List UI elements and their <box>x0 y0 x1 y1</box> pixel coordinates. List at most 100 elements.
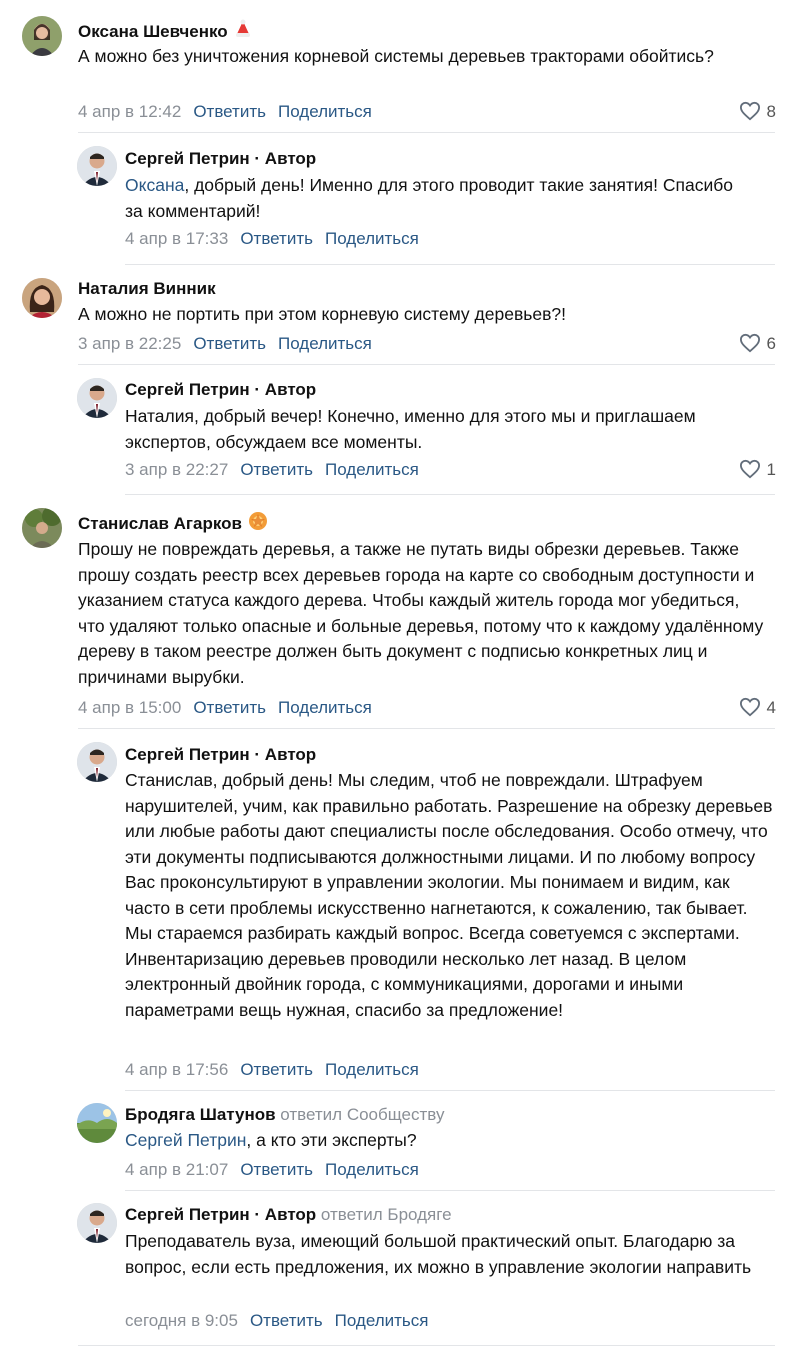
share-button[interactable]: Поделиться <box>278 102 372 121</box>
author-name[interactable]: Сергей Петрин <box>125 745 250 764</box>
author-name[interactable]: Бродяга Шатунов <box>125 1105 276 1124</box>
replied-to[interactable]: ответил Сообществу <box>276 1105 444 1124</box>
comment-text-content: Станислав, добрый день! Мы следим, чтоб … <box>125 770 773 1020</box>
comment-text-content: , а кто эти эксперты? <box>246 1130 417 1150</box>
author-name[interactable]: Станислав Агарков <box>78 514 242 533</box>
heart-icon <box>739 333 760 353</box>
avatar[interactable] <box>77 1103 117 1143</box>
comment-date[interactable]: 4 апр в 17:33 <box>125 229 228 248</box>
comment-meta: сегодня в 9:05 Ответить Поделиться <box>125 1310 429 1332</box>
avatar[interactable] <box>77 1203 117 1243</box>
avatar[interactable] <box>22 16 62 56</box>
avatar[interactable] <box>77 378 117 418</box>
avatar[interactable] <box>22 278 62 318</box>
divider <box>125 1090 775 1091</box>
comment-author[interactable]: Сергей Петрин · Автор <box>125 379 316 401</box>
divider <box>125 1190 775 1191</box>
comment-text-content: Наталия, добрый вечер! Конечно, именно д… <box>125 406 696 452</box>
like-count: 4 <box>766 698 776 717</box>
comment-author[interactable]: Оксана Шевченко <box>78 19 252 45</box>
comment-date[interactable]: 4 апр в 15:00 <box>78 698 181 717</box>
author-role: · Автор <box>249 380 317 399</box>
reply-button[interactable]: Ответить <box>193 698 266 717</box>
share-button[interactable]: Поделиться <box>325 1060 419 1079</box>
avatar[interactable] <box>22 508 62 548</box>
reply-button[interactable]: Ответить <box>240 1060 313 1079</box>
comment-text-content: Прошу не повреждать деревья, а также не … <box>78 539 764 687</box>
santa-hat-icon <box>234 19 252 45</box>
comment-text: Преподаватель вуза, имеющий большой прак… <box>125 1229 775 1280</box>
replied-to[interactable]: ответил Бродяге <box>316 1205 452 1224</box>
reply-button[interactable]: Ответить <box>240 1160 313 1179</box>
reply-button[interactable]: Ответить <box>240 460 313 479</box>
comment-date[interactable]: 3 апр в 22:25 <box>78 334 181 353</box>
like-button[interactable]: 8 <box>739 101 776 123</box>
author-name[interactable]: Сергей Петрин <box>125 1205 250 1224</box>
heart-icon <box>739 459 760 479</box>
author-role: · Автор <box>249 745 317 764</box>
comment-date[interactable]: 4 апр в 17:56 <box>125 1060 228 1079</box>
avatar[interactable] <box>77 742 117 782</box>
comment-author[interactable]: Бродяга Шатунов ответил Сообществу <box>125 1104 444 1126</box>
like-button[interactable]: 4 <box>739 697 776 719</box>
comment-meta: 4 апр в 15:00 Ответить Поделиться <box>78 697 372 719</box>
reply-button[interactable]: Ответить <box>250 1311 323 1330</box>
reply-button[interactable]: Ответить <box>240 229 313 248</box>
author-name[interactable]: Наталия Винник <box>78 279 216 298</box>
author-name[interactable]: Оксана Шевченко <box>78 22 228 41</box>
comment-text-content: , добрый день! Именно для этого проводит… <box>125 175 734 221</box>
comment-author[interactable]: Сергей Петрин · Автор <box>125 744 316 766</box>
like-count: 6 <box>766 334 776 353</box>
reply-button[interactable]: Ответить <box>193 102 266 121</box>
heart-icon <box>739 697 760 717</box>
share-button[interactable]: Поделиться <box>325 229 419 248</box>
comment-author[interactable]: Наталия Винник <box>78 278 216 300</box>
share-button[interactable]: Поделиться <box>325 460 419 479</box>
avatar[interactable] <box>77 146 117 186</box>
comment-text: Станислав, добрый день! Мы следим, чтоб … <box>125 768 773 1023</box>
like-count: 1 <box>766 460 776 479</box>
like-count: 8 <box>766 102 776 121</box>
author-role: · Автор <box>249 1205 317 1224</box>
comment-date[interactable]: 4 апр в 12:42 <box>78 102 181 121</box>
divider <box>78 1345 775 1346</box>
comment-text-content: А можно без уничтожения корневой системы… <box>78 46 714 66</box>
comment-meta: 3 апр в 22:25 Ответить Поделиться <box>78 333 372 355</box>
emoji-badge-icon <box>248 511 268 537</box>
comment-author[interactable]: Сергей Петрин · Автор <box>125 148 316 170</box>
comment-meta: 3 апр в 22:27 Ответить Поделиться <box>125 459 419 481</box>
share-button[interactable]: Поделиться <box>278 334 372 353</box>
comment-text-content: Преподаватель вуза, имеющий большой прак… <box>125 1231 752 1277</box>
divider <box>78 728 775 729</box>
comment-meta: 4 апр в 12:42 Ответить Поделиться <box>78 101 372 123</box>
comment-date[interactable]: сегодня в 9:05 <box>125 1311 238 1330</box>
comment-text: А можно без уничтожения корневой системы… <box>78 44 718 70</box>
comment-meta: 4 апр в 21:07 Ответить Поделиться <box>125 1159 419 1181</box>
mention-link[interactable]: Оксана <box>125 175 184 195</box>
comment-text: Оксана, добрый день! Именно для этого пр… <box>125 173 745 224</box>
comment-date[interactable]: 4 апр в 21:07 <box>125 1160 228 1179</box>
author-role: · Автор <box>249 149 317 168</box>
comment-date[interactable]: 3 апр в 22:27 <box>125 460 228 479</box>
comment-text: Сергей Петрин, а кто эти эксперты? <box>125 1128 765 1154</box>
comment-author[interactable]: Станислав Агарков <box>78 511 268 537</box>
share-button[interactable]: Поделиться <box>278 698 372 717</box>
comment-text-content: А можно не портить при этом корневую сис… <box>78 304 566 324</box>
author-name[interactable]: Сергей Петрин <box>125 149 250 168</box>
comment-text: Наталия, добрый вечер! Конечно, именно д… <box>125 404 775 455</box>
divider <box>125 494 775 495</box>
divider <box>125 264 775 265</box>
reply-button[interactable]: Ответить <box>193 334 266 353</box>
mention-link[interactable]: Сергей Петрин <box>125 1130 246 1150</box>
divider <box>78 364 775 365</box>
like-button[interactable]: 1 <box>739 459 776 481</box>
divider <box>78 132 775 133</box>
share-button[interactable]: Поделиться <box>325 1160 419 1179</box>
comment-text: А можно не портить при этом корневую сис… <box>78 302 758 328</box>
comment-meta: 4 апр в 17:33 Ответить Поделиться <box>125 228 419 250</box>
author-name[interactable]: Сергей Петрин <box>125 380 250 399</box>
comment-author[interactable]: Сергей Петрин · Автор ответил Бродяге <box>125 1204 452 1226</box>
like-button[interactable]: 6 <box>739 333 776 355</box>
share-button[interactable]: Поделиться <box>335 1311 429 1330</box>
comment-meta: 4 апр в 17:56 Ответить Поделиться <box>125 1059 419 1081</box>
